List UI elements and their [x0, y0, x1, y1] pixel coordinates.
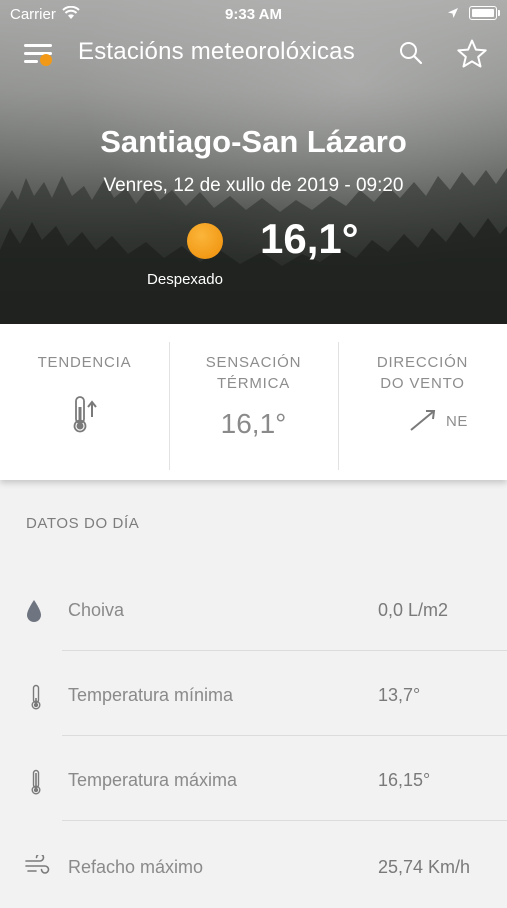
day-data-title: DATOS DO DÍA	[26, 515, 140, 532]
battery-icon	[469, 6, 500, 20]
trend-label: TENDENCIA	[37, 354, 132, 371]
list-item-max-gust: Refacho máximo 25,74 Km/h	[0, 822, 507, 908]
wind-direction-arrow-icon	[410, 410, 436, 431]
max-temp-value: 16,15°	[378, 770, 431, 790]
sun-icon	[187, 223, 223, 259]
max-gust-label: Refacho máximo	[68, 857, 204, 877]
min-temp-label: Temperatura mínima	[68, 685, 234, 705]
list-item-max-temp: Temperatura máxima 16,15°	[0, 737, 507, 823]
favorite-star-icon[interactable]	[456, 38, 488, 70]
location-arrow-icon	[448, 8, 458, 18]
wind-direction-value: NE	[446, 413, 468, 430]
row-divider	[62, 735, 507, 736]
trend-column: TENDENCIA	[0, 324, 169, 480]
feels-like-value: 16,1°	[220, 408, 287, 439]
search-icon[interactable]	[398, 40, 424, 66]
current-temperature: 16,1°	[260, 215, 359, 262]
page-title: Estacións meteorolóxicas	[78, 38, 355, 65]
row-divider	[62, 650, 507, 651]
hero-header: Carrier 9:33 AM Estacións meteorolóxicas	[0, 0, 507, 324]
clock: 9:33 AM	[225, 6, 282, 23]
max-gust-value: 25,74 Km/h	[378, 857, 471, 877]
rain-value: 0,0 L/m2	[378, 600, 449, 620]
row-divider	[62, 820, 507, 821]
wind-direction-label-line1: DIRECCIÓN	[376, 354, 469, 371]
station-name: Santiago-San Lázaro	[100, 124, 407, 159]
max-temp-label: Temperatura máxima	[68, 770, 238, 790]
status-bar: Carrier 9:33 AM	[0, 0, 507, 30]
wind-direction-label: DIRECCIÓN DO VENTO	[338, 352, 507, 394]
feels-like-label-line2: TÉRMICA	[216, 375, 291, 392]
thermometer-up-icon	[73, 396, 97, 433]
min-temp-value: 13,7°	[378, 685, 421, 705]
list-item-min-temp: Temperatura mínima 13,7°	[0, 652, 507, 738]
feels-like-column: SENSACIÓN TÉRMICA 16,1°	[169, 324, 338, 480]
menu-button[interactable]	[24, 42, 54, 68]
thermometer-low-icon	[31, 684, 41, 710]
wind-direction-column: DIRECCIÓN DO VENTO	[338, 324, 507, 480]
nav-bar: Estacións meteorolóxicas	[0, 30, 507, 74]
wind-icon	[25, 855, 50, 874]
feels-like-label: SENSACIÓN TÉRMICA	[169, 352, 338, 394]
rain-label: Choiva	[68, 600, 125, 620]
menu-line-icon	[24, 60, 38, 63]
list-item-rain: Choiva 0,0 L/m2	[0, 567, 507, 653]
notification-dot	[40, 54, 52, 66]
raindrop-icon	[27, 600, 41, 622]
status-right	[447, 6, 500, 20]
thermometer-high-icon	[31, 769, 41, 795]
menu-line-icon	[24, 44, 52, 47]
wind-direction-label-line2: DO VENTO	[380, 375, 465, 392]
feels-like-label-line1: SENSACIÓN	[205, 354, 302, 371]
sky-condition: Despexado	[147, 271, 223, 288]
summary-card: TENDENCIA SENSACIÓN TÉRMICA 16,1° DIRECC…	[0, 324, 507, 480]
observation-datetime: Venres, 12 de xullo de 2019 - 09:20	[103, 175, 404, 196]
